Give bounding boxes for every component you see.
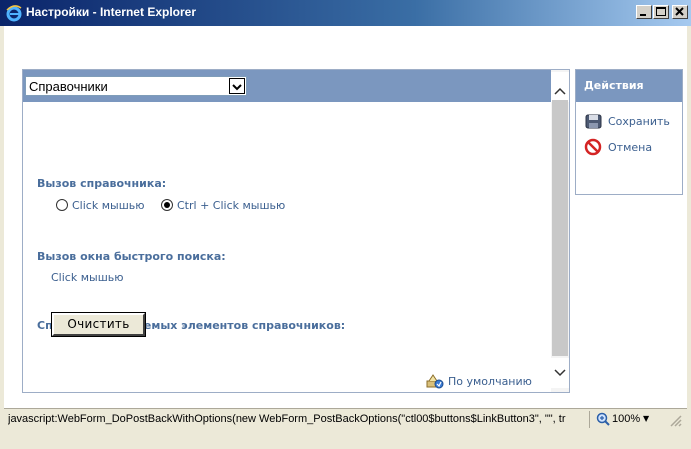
radio-click[interactable] [56, 199, 68, 211]
radio-ctrl-click[interactable] [161, 199, 173, 211]
clear-button[interactable]: Очистить [51, 312, 146, 337]
restore-defaults-icon [426, 374, 444, 389]
ie-logo-icon [6, 5, 22, 22]
chevron-down-icon [554, 369, 566, 377]
save-label: Сохранить [608, 115, 670, 128]
zoom-icon [596, 412, 610, 426]
maximize-icon [656, 7, 666, 16]
actions-header: Действия [576, 70, 682, 102]
vertical-scrollbar[interactable] [551, 70, 569, 392]
quick-search-value: Click мышью [51, 271, 124, 284]
maximize-button[interactable] [653, 5, 669, 19]
status-text: javascript:WebForm_DoPostBackWithOptions… [8, 413, 566, 425]
chevron-down-icon[interactable] [229, 78, 245, 94]
section-select[interactable]: Справочники [25, 76, 247, 96]
title-bar: Настройки - Internet Explorer [0, 0, 691, 26]
zoom-control[interactable]: 100% ▼ [589, 411, 662, 428]
minimize-button[interactable] [636, 5, 652, 19]
ie-window: Настройки - Internet Explorer Справочник… [0, 0, 691, 449]
scroll-down-button[interactable] [551, 358, 569, 388]
chevron-down-icon[interactable]: ▼ [643, 414, 649, 423]
section-select-value: Справочники [29, 79, 108, 94]
zoom-level: 100% [612, 413, 641, 425]
scroll-up-button[interactable] [551, 72, 569, 102]
window-title: Настройки - Internet Explorer [26, 5, 196, 19]
cancel-label: Отмена [608, 141, 653, 154]
close-button[interactable] [672, 5, 688, 19]
quick-search-heading: Вызов окна быстрого поиска: [37, 250, 226, 263]
cancel-icon [584, 138, 602, 156]
minimize-icon [640, 14, 646, 16]
close-icon [675, 7, 684, 16]
settings-panel: Справочники Вызов справочника: Click мыш [22, 69, 570, 393]
resize-grip-icon[interactable] [668, 413, 682, 427]
chevron-up-icon [554, 87, 566, 95]
scroll-thumb[interactable] [552, 100, 568, 356]
radio-ctrl-click-label[interactable]: Ctrl + Click мышью [177, 199, 285, 212]
actions-title: Действия [584, 79, 644, 92]
actions-panel: Действия Сохранить Отмена [575, 69, 683, 195]
save-icon [585, 114, 602, 129]
default-link-label: По умолчанию [448, 375, 532, 388]
page-content: Справочники Вызов справочника: Click мыш [4, 26, 687, 408]
radio-click-label[interactable]: Click мышью [72, 199, 145, 212]
settings-panel-header: Справочники [23, 70, 551, 102]
directory-call-heading: Вызов справочника: [37, 177, 167, 190]
status-bar: javascript:WebForm_DoPostBackWithOptions… [4, 408, 687, 431]
